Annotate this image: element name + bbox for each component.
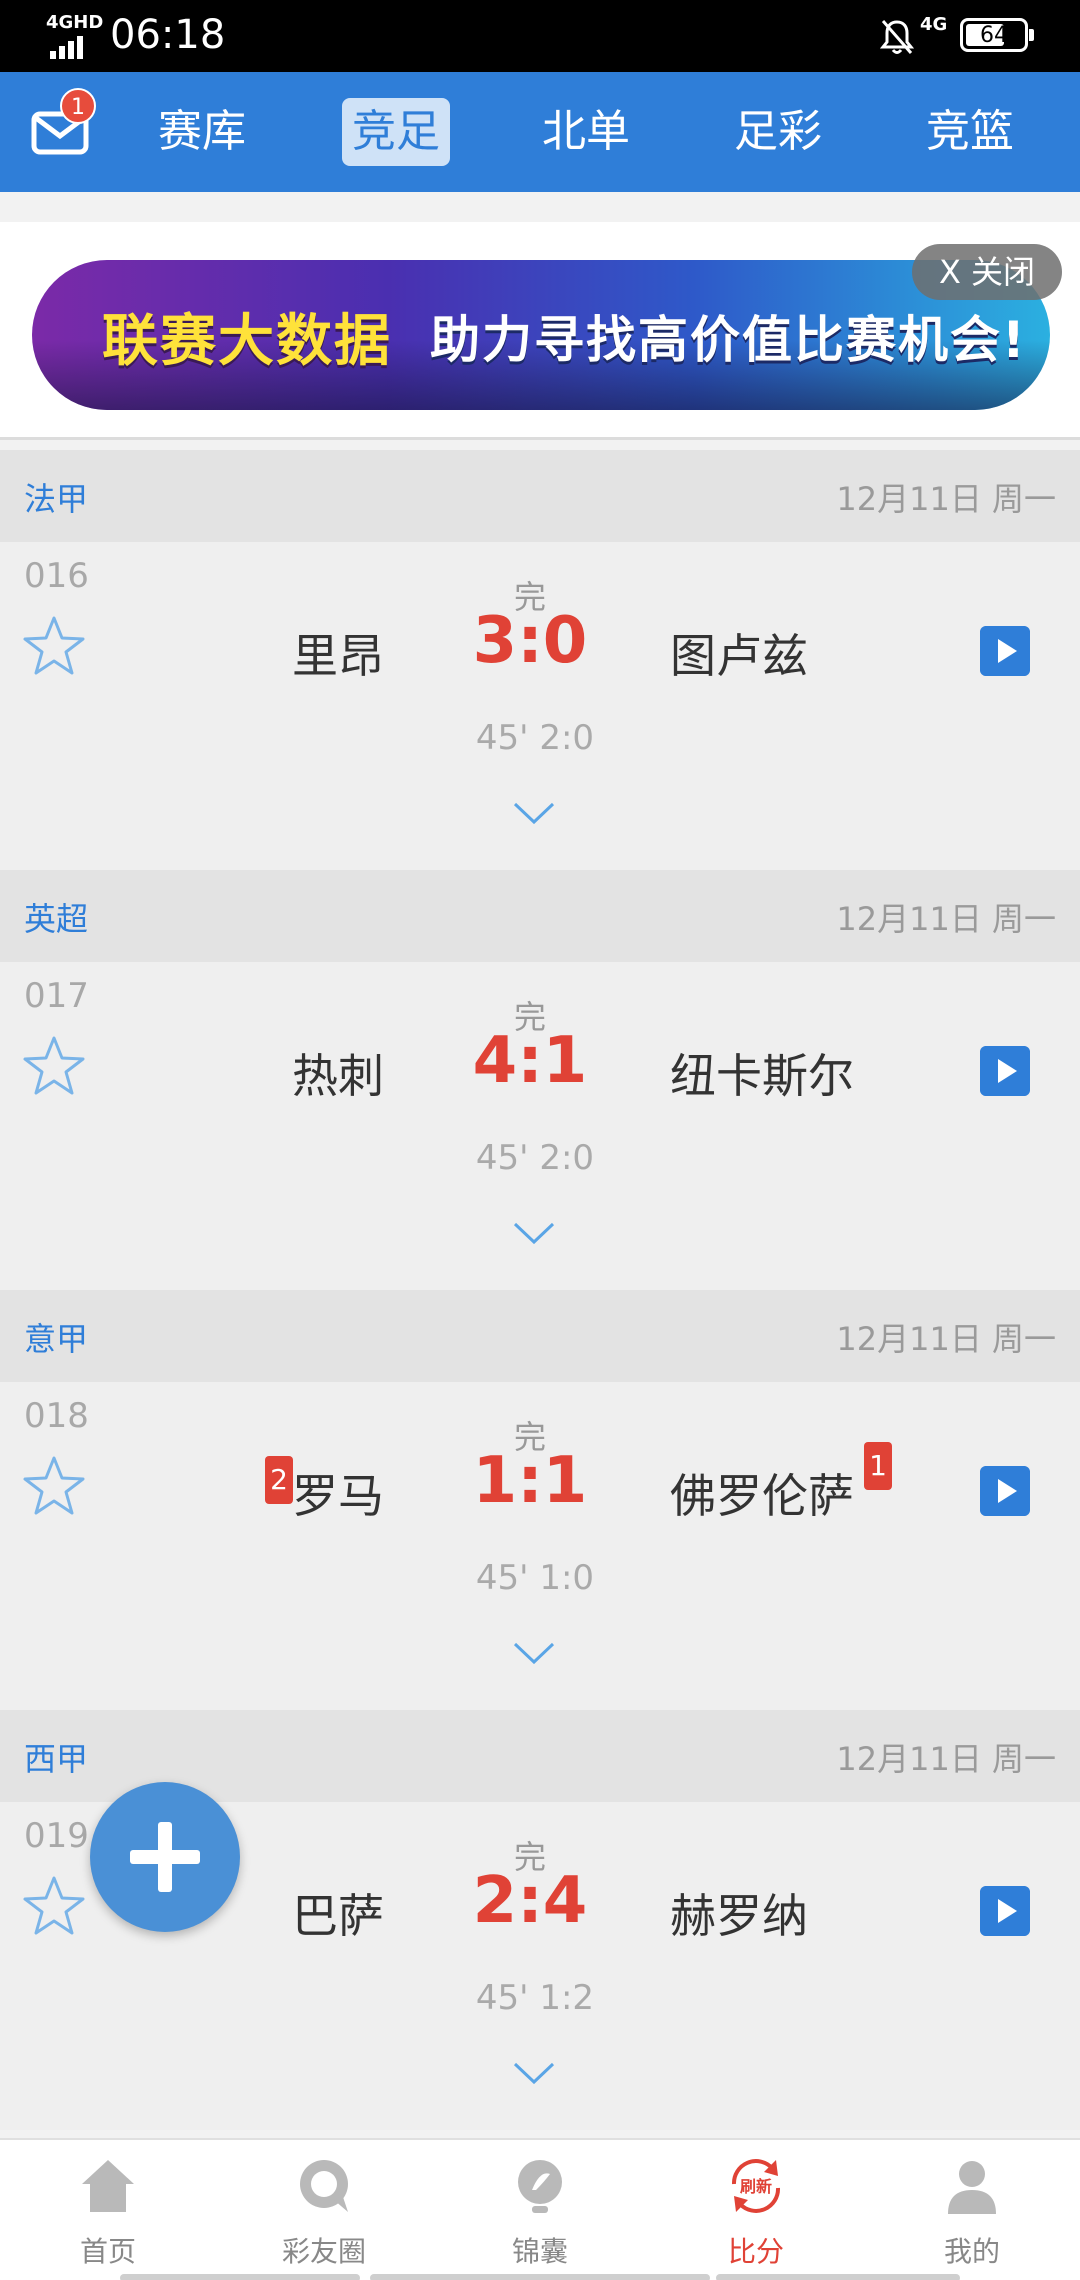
tab-zucai[interactable]: 足彩 [724,98,832,166]
final-score: 4:1 [472,1024,588,1098]
home-icon [82,2160,134,2212]
nav-community[interactable]: 彩友圈 [216,2140,432,2280]
league-name: 西甲 [24,1740,89,1778]
chat-icon [300,2160,348,2212]
signal-bars-icon [50,36,86,59]
match-date: 12月11日 周一 [836,480,1056,518]
match-date: 12月11日 周一 [836,1320,1056,1358]
match-date: 12月11日 周一 [836,1740,1056,1778]
network-label: 4GHD [46,12,104,33]
ad-banner-area: 联赛大数据 助力寻找高价值比赛机会! X 关闭 [0,222,1080,440]
network-indicator: 4GHD [46,12,104,59]
tab-jingzu[interactable]: 竞足 [342,98,450,166]
status-bar: 4GHD 06:18 4G 64 [0,0,1080,72]
signal-type: 4G [920,14,948,35]
match-number: 016 [24,556,89,596]
add-button[interactable] [90,1782,240,1932]
away-red-card-badge: 1 [864,1442,892,1490]
nav-label: 锦囊 [511,2235,568,2268]
half-time-score: 45' 2:0 [475,1138,595,1178]
away-team: 佛罗伦萨 [670,1469,854,1523]
play-video-icon[interactable] [980,1466,1030,1516]
match-row[interactable]: 017 热刺 完 4:1 纽卡斯尔 45' 2:0 [0,962,1080,1290]
nav-profile[interactable]: 我的 [864,2140,1080,2280]
match-number: 019 [24,1816,89,1856]
close-banner-button[interactable]: X 关闭 [912,244,1062,300]
bell-muted-icon [880,20,914,54]
half-time-score: 45' 1:2 [475,1978,595,2018]
star-icon[interactable] [22,614,86,678]
top-nav: 1 赛库 竞足 北单 足彩 竞篮 [0,72,1080,192]
nav-home[interactable]: 首页 [0,2140,216,2280]
home-team: 巴萨 [292,1889,384,1943]
star-icon[interactable] [22,1034,86,1098]
bottom-nav: 首页 彩友圈 锦囊 刷新 比分 我的 [0,2138,1080,2280]
tab-saiku[interactable]: 赛库 [148,98,256,166]
match-row[interactable]: 016 里昂 完 3:0 图卢兹 45' 2:0 [0,542,1080,870]
league-header: 意甲 12月11日 周一 [0,1290,1080,1382]
chevron-down-icon[interactable] [512,2060,556,2086]
nav-label: 首页 [79,2235,136,2268]
final-score: 1:1 [472,1444,588,1518]
final-score: 3:0 [472,604,588,678]
chevron-down-icon[interactable] [512,1640,556,1666]
battery-level: 64 [980,23,1008,48]
tab-jinglan[interactable]: 竞篮 [916,98,1024,166]
away-team: 纽卡斯尔 [670,1049,854,1103]
refresh-icon: 刷新 [731,2159,781,2213]
match-row[interactable]: 018 2 罗马 完 1:1 佛罗伦萨 1 45' 1:0 [0,1382,1080,1710]
league-name: 英超 [24,900,89,938]
banner-title: 助力寻找高价值比赛机会! [430,311,1027,369]
league-name: 法甲 [24,480,89,518]
star-icon[interactable] [22,1454,86,1518]
tab-beidan[interactable]: 北单 [532,98,640,166]
play-video-icon[interactable] [980,626,1030,676]
half-time-score: 45' 1:0 [475,1558,595,1598]
nav-label: 彩友圈 [281,2235,366,2268]
home-team: 热刺 [292,1049,384,1103]
battery-icon: 64 [960,18,1034,52]
ad-banner[interactable]: 联赛大数据 助力寻找高价值比赛机会! [32,260,1050,410]
match-number: 018 [24,1396,89,1436]
away-team: 图卢兹 [670,629,808,683]
nav-label: 我的 [943,2235,1000,2268]
final-score: 2:4 [472,1864,588,1938]
league-name: 意甲 [24,1320,89,1358]
app-screen: 4GHD 06:18 4G 64 1 赛库 竞足 北单 足彩 竞篮 联赛大数据 … [0,0,1080,2280]
match-number: 017 [24,976,89,1016]
play-video-icon[interactable] [980,1046,1030,1096]
home-team: 罗马 [292,1469,384,1523]
user-icon [948,2161,996,2214]
star-icon[interactable] [22,1874,86,1938]
play-video-icon[interactable] [980,1886,1030,1936]
away-team: 赫罗纳 [670,1889,808,1943]
league-header: 英超 12月11日 周一 [0,870,1080,962]
match-date: 12月11日 周一 [836,900,1056,938]
chevron-down-icon[interactable] [512,1220,556,1246]
tips-icon [518,2160,562,2213]
nav-scores[interactable]: 刷新 比分 [648,2140,864,2280]
refresh-icon-text: 刷新 [740,2177,772,2196]
nav-label: 比分 [727,2235,784,2268]
nav-tips[interactable]: 锦囊 [432,2140,648,2280]
league-header: 法甲 12月11日 周一 [0,450,1080,542]
banner-title-highlight: 联赛大数据 [102,309,392,374]
clock: 06:18 [110,12,226,58]
home-team: 里昂 [292,629,384,683]
mail-badge: 1 [60,88,96,124]
chevron-down-icon[interactable] [512,800,556,826]
half-time-score: 45' 2:0 [475,718,595,758]
